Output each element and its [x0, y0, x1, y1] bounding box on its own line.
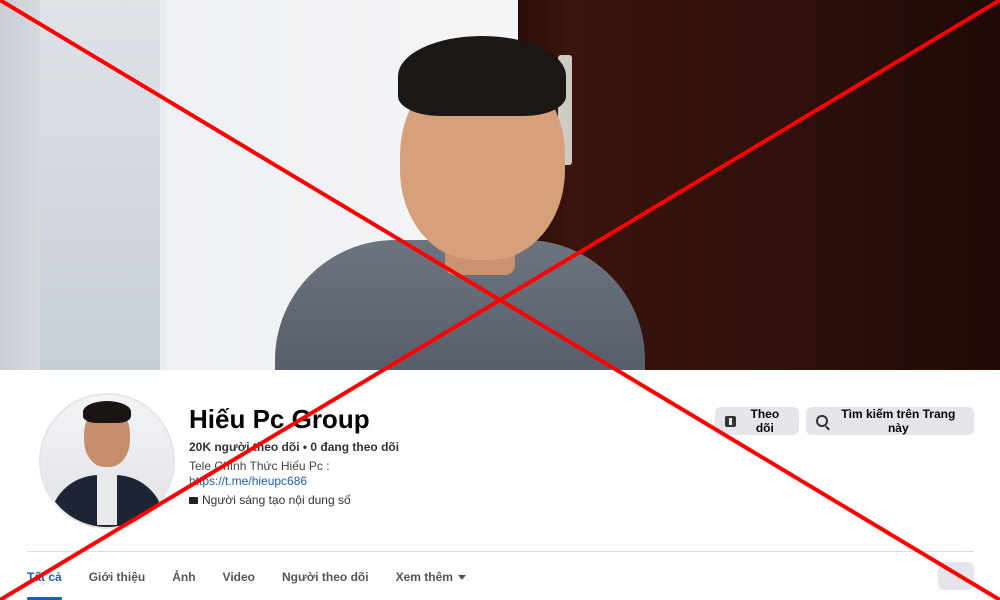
cover-person-hair [398, 36, 566, 116]
tab-more[interactable]: Xem thêm [396, 560, 466, 594]
tab-videos[interactable]: Video [223, 560, 255, 594]
avatar-hair [83, 401, 131, 423]
tab-photos[interactable]: Ảnh [172, 560, 195, 594]
chevron-down-icon [457, 574, 466, 580]
follower-stats[interactable]: 20K người theo dõi • 0 đang theo dõi [189, 440, 399, 454]
search-page-button[interactable]: Tìm kiếm trên Trang này [806, 407, 974, 435]
more-options-button[interactable] [938, 562, 974, 590]
follow-button[interactable]: Theo dõi [715, 407, 799, 435]
camera-icon [189, 496, 198, 504]
bio-text: Tele Chính Thức Hiếu Pc : [189, 459, 330, 473]
bio-link[interactable]: https://t.me/hieupc686 [189, 474, 307, 488]
search-page-label: Tìm kiếm trên Trang này [841, 407, 956, 435]
tab-all[interactable]: Tất cả [27, 560, 62, 600]
cover-window [40, 0, 166, 370]
tab-followers[interactable]: Người theo dõi [282, 560, 369, 594]
follow-icon [725, 415, 736, 427]
page-category: Người sáng tạo nội dung số [189, 493, 351, 507]
follow-button-label: Theo dõi [750, 407, 780, 435]
avatar-shirt [97, 475, 117, 525]
page-title: Hiếu Pc Group [189, 404, 370, 434]
tab-more-label: Xem thêm [395, 570, 453, 584]
tab-about[interactable]: Giới thiệu [89, 560, 146, 594]
page-category-label: Người sáng tạo nội dung số [202, 493, 351, 507]
profile-avatar[interactable] [39, 393, 175, 529]
search-icon [816, 415, 828, 427]
profile-tabs: Tất cả Giới thiệu Ảnh Video Người theo d… [27, 560, 493, 600]
cover-photo[interactable] [0, 0, 1000, 370]
tabs-divider [27, 551, 974, 552]
